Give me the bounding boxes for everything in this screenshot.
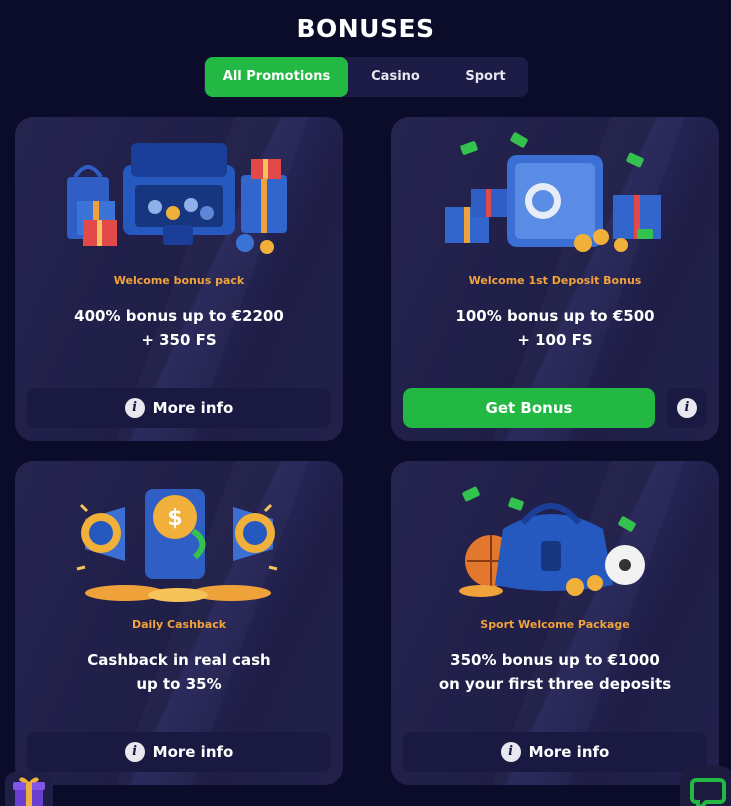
bonus-description-line2: + 100 FS	[517, 331, 593, 349]
bonus-description-line2: + 350 FS	[141, 331, 217, 349]
promo-tabs: All Promotions Casino Sport	[204, 57, 528, 97]
bonus-label: Daily Cashback	[131, 618, 227, 631]
more-info-button[interactable]: i More info	[403, 732, 707, 772]
bonus-card-sport-welcome: Sport Welcome Package 350% bonus up to €…	[391, 461, 719, 785]
bonus-label: Welcome 1st Deposit Bonus	[468, 274, 642, 287]
safe-gifts-icon	[445, 132, 661, 252]
tab-all-promotions[interactable]: All Promotions	[205, 57, 348, 97]
info-icon: i	[677, 398, 697, 418]
bonus-description-line2: on your first three deposits	[438, 675, 672, 693]
bonus-description: 100% bonus up to €500 + 100 FS	[391, 304, 719, 352]
tab-casino[interactable]: Casino	[358, 57, 433, 97]
svg-text:$: $	[167, 506, 182, 531]
sport-bag-icon	[459, 486, 645, 597]
bonus-card-welcome-pack: Welcome bonus pack 400% bonus up to €220…	[15, 117, 343, 441]
bonus-description-line1: 100% bonus up to €500	[455, 307, 655, 325]
info-icon: i	[124, 742, 145, 762]
bonus-label: Welcome bonus pack	[113, 274, 245, 287]
bonus-label: Sport Welcome Package	[480, 618, 630, 631]
tab-sport[interactable]: Sport	[448, 57, 523, 97]
info-icon: i	[500, 742, 521, 762]
suitcase-gifts-icon	[67, 143, 287, 254]
info-icon: i	[124, 398, 145, 418]
chat-widget-button[interactable]	[680, 766, 731, 806]
more-info-label: More info	[152, 743, 234, 761]
more-info-button[interactable]: i More info	[27, 732, 331, 772]
megaphone-coins-icon: $	[76, 489, 278, 602]
more-info-label: More info	[152, 399, 234, 417]
page-title: BONUSES	[296, 14, 435, 43]
more-info-button[interactable]: i More info	[27, 388, 331, 428]
bonus-card-daily-cashback: $ Daily Cashback Cashback in real cash u…	[15, 461, 343, 785]
gift-widget-button[interactable]	[5, 772, 53, 806]
bonus-description-line1: 350% bonus up to €1000	[450, 651, 660, 669]
get-bonus-button[interactable]: Get Bonus	[403, 388, 655, 428]
more-info-label: More info	[528, 743, 610, 761]
bonus-card-first-deposit: Welcome 1st Deposit Bonus 100% bonus up …	[391, 117, 719, 441]
bonus-description: 350% bonus up to €1000 on your first thr…	[391, 648, 719, 696]
chat-icon	[690, 778, 726, 806]
bonus-description: 400% bonus up to €2200 + 350 FS	[15, 304, 343, 352]
info-button[interactable]: i	[667, 388, 707, 428]
gift-icon	[13, 777, 45, 806]
bonus-description-line1: 400% bonus up to €2200	[74, 307, 284, 325]
bonus-description-line2: up to 35%	[136, 675, 222, 693]
bonus-description-line1: Cashback in real cash	[87, 651, 271, 669]
bonus-description: Cashback in real cash up to 35%	[15, 648, 343, 696]
